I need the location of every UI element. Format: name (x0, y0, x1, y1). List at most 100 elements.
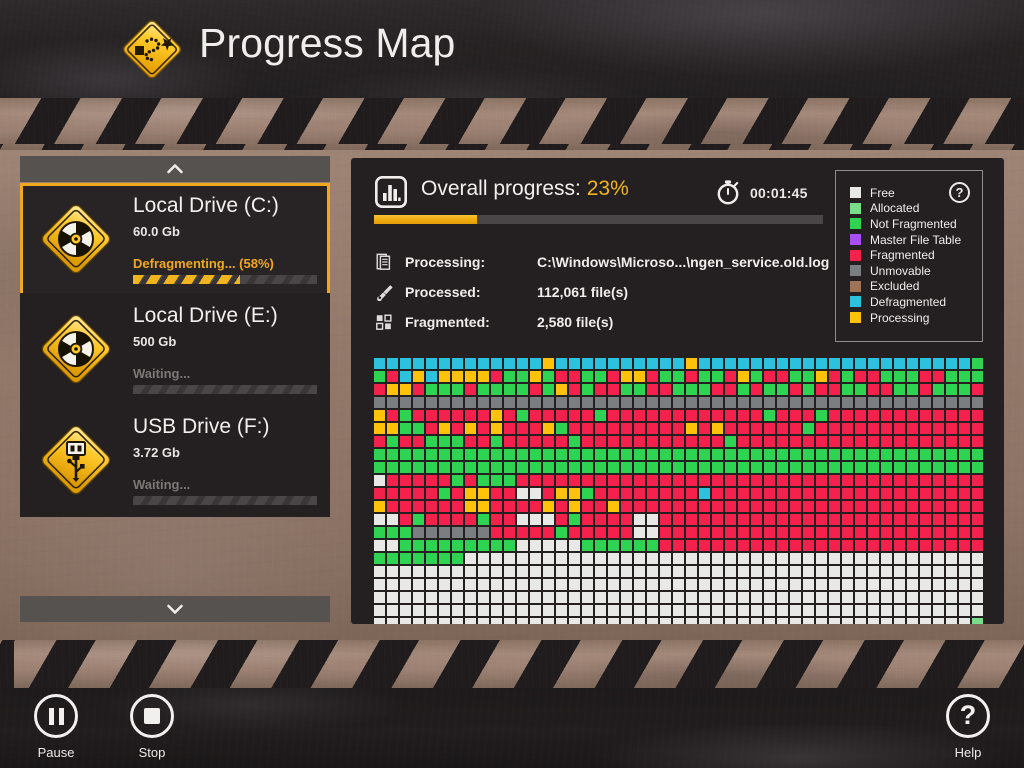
cluster-cell (647, 501, 658, 512)
cluster-cell (920, 371, 931, 382)
cluster-cell (673, 371, 684, 382)
sidebar-item-drive-c[interactable]: Local Drive (C:) 60.0 Gb Defragmenting..… (20, 183, 330, 296)
cluster-cell (673, 501, 684, 512)
cluster-cell (387, 475, 398, 486)
cluster-cell (517, 540, 528, 551)
cluster-cell (725, 579, 736, 590)
cluster-cell (803, 358, 814, 369)
cluster-cell (465, 423, 476, 434)
cluster-cell (972, 566, 983, 577)
cluster-map[interactable] (374, 358, 988, 624)
cluster-cell (452, 566, 463, 577)
stat-key: Processing: (405, 254, 486, 270)
stat-value: 2,580 file(s) (537, 314, 614, 330)
cluster-cell (634, 436, 645, 447)
cluster-cell (699, 436, 710, 447)
legend-swatch (850, 265, 861, 277)
cluster-cell (712, 384, 723, 395)
cluster-cell (595, 579, 606, 590)
cluster-cell (387, 423, 398, 434)
cluster-cell (946, 410, 957, 421)
sidebar-item-drive-e[interactable]: Local Drive (E:) 500 Gb Waiting... (20, 293, 330, 406)
cluster-cell (582, 527, 593, 538)
cluster-cell (881, 475, 892, 486)
cluster-cell (829, 397, 840, 408)
cluster-cell (543, 553, 554, 564)
cluster-cell (374, 527, 385, 538)
cluster-cell (946, 566, 957, 577)
question-mark-icon[interactable]: ? (949, 182, 970, 203)
cluster-cell (920, 553, 931, 564)
cluster-cell (478, 358, 489, 369)
cluster-cell (907, 436, 918, 447)
cluster-cell (894, 605, 905, 616)
drive-list-scroll-up[interactable] (20, 156, 330, 182)
cluster-cell (790, 566, 801, 577)
cluster-cell (972, 397, 983, 408)
cluster-cell (491, 410, 502, 421)
cluster-cell (478, 449, 489, 460)
cluster-cell (452, 618, 463, 624)
cluster-cell (868, 462, 879, 473)
cluster-cell (868, 449, 879, 460)
cluster-cell (803, 475, 814, 486)
cluster-cell (491, 397, 502, 408)
cluster-cell (647, 449, 658, 460)
cluster-cell (751, 579, 762, 590)
help-button[interactable]: ? Help (923, 694, 1013, 760)
cluster-cell (725, 488, 736, 499)
cluster-cell (504, 384, 515, 395)
cluster-cell (413, 358, 424, 369)
cluster-cell (881, 423, 892, 434)
cluster-cell (608, 462, 619, 473)
cluster-cell (699, 579, 710, 590)
cluster-cell (543, 384, 554, 395)
cluster-cell (439, 358, 450, 369)
cluster-cell (777, 488, 788, 499)
cluster-cell (608, 605, 619, 616)
cluster-cell (621, 462, 632, 473)
cluster-cell (829, 553, 840, 564)
cluster-cell (660, 449, 671, 460)
cluster-cell (842, 462, 853, 473)
cluster-cell (868, 592, 879, 603)
drive-list-scroll-down[interactable] (20, 596, 330, 622)
cluster-cell (868, 358, 879, 369)
cluster-cell (712, 605, 723, 616)
legend-swatch (850, 296, 861, 308)
cluster-cell (894, 358, 905, 369)
cluster-cell (595, 592, 606, 603)
cluster-cell (673, 514, 684, 525)
cluster-cell (387, 358, 398, 369)
cluster-cell (517, 462, 528, 473)
cluster-cell (608, 566, 619, 577)
cluster-cell (959, 384, 970, 395)
cluster-cell (582, 566, 593, 577)
cluster-cell (608, 449, 619, 460)
cluster-cell (790, 514, 801, 525)
cluster-cell (829, 449, 840, 460)
stop-button[interactable]: Stop (107, 694, 197, 760)
sidebar-item-drive-f[interactable]: USB Drive (F:) 3.72 Gb Waiting... (20, 404, 330, 517)
cluster-cell (829, 618, 840, 624)
cluster-cell (387, 488, 398, 499)
cluster-cell (803, 436, 814, 447)
cluster-cell (491, 436, 502, 447)
cluster-cell (543, 410, 554, 421)
cluster-cell (530, 410, 541, 421)
cluster-cell (374, 488, 385, 499)
cluster-cell (725, 605, 736, 616)
cluster-cell (426, 514, 437, 525)
cluster-cell (881, 449, 892, 460)
cluster-cell (673, 436, 684, 447)
cluster-cell (764, 423, 775, 434)
cluster-cell (803, 514, 814, 525)
cluster-cell (790, 605, 801, 616)
cluster-cell (686, 553, 697, 564)
cluster-cell (491, 514, 502, 525)
cluster-cell (673, 462, 684, 473)
usb-drive-icon (36, 420, 116, 500)
pause-button[interactable]: Pause (11, 694, 101, 760)
cluster-cell (634, 423, 645, 434)
cluster-cell (426, 592, 437, 603)
